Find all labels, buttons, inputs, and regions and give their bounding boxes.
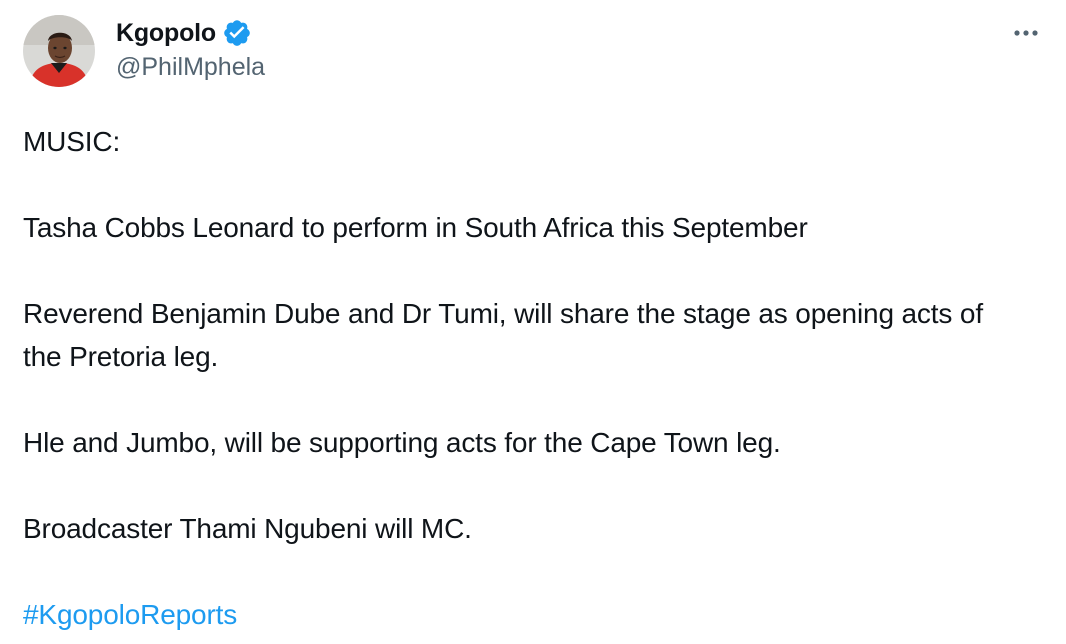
- more-horizontal-icon: [1014, 30, 1038, 36]
- tweet-text: MUSIC: Tasha Cobbs Leonard to perform in…: [23, 120, 1043, 636]
- tweet-line: Hle and Jumbo, will be supporting acts f…: [23, 427, 781, 458]
- tweet-line: Tasha Cobbs Leonard to perform in South …: [23, 212, 808, 243]
- verified-badge-icon[interactable]: [222, 18, 252, 48]
- hashtag-link[interactable]: #KgopoloReports: [23, 599, 237, 630]
- avatar[interactable]: [23, 15, 95, 87]
- tweet-line: Broadcaster Thami Ngubeni will MC.: [23, 513, 472, 544]
- avatar-image: [23, 15, 95, 87]
- tweet-line: MUSIC:: [23, 126, 121, 157]
- author-name-row: Kgopolo: [116, 16, 252, 50]
- tweet-line: Reverend Benjamin Dube and Dr Tumi, will…: [23, 298, 991, 372]
- more-options-button[interactable]: [1006, 16, 1046, 50]
- author-handle[interactable]: @PhilMphela: [116, 53, 265, 82]
- tweet-card: Kgopolo @PhilMphela MUSIC: Tasha Cobbs L…: [0, 0, 1066, 644]
- display-name[interactable]: Kgopolo: [116, 19, 216, 48]
